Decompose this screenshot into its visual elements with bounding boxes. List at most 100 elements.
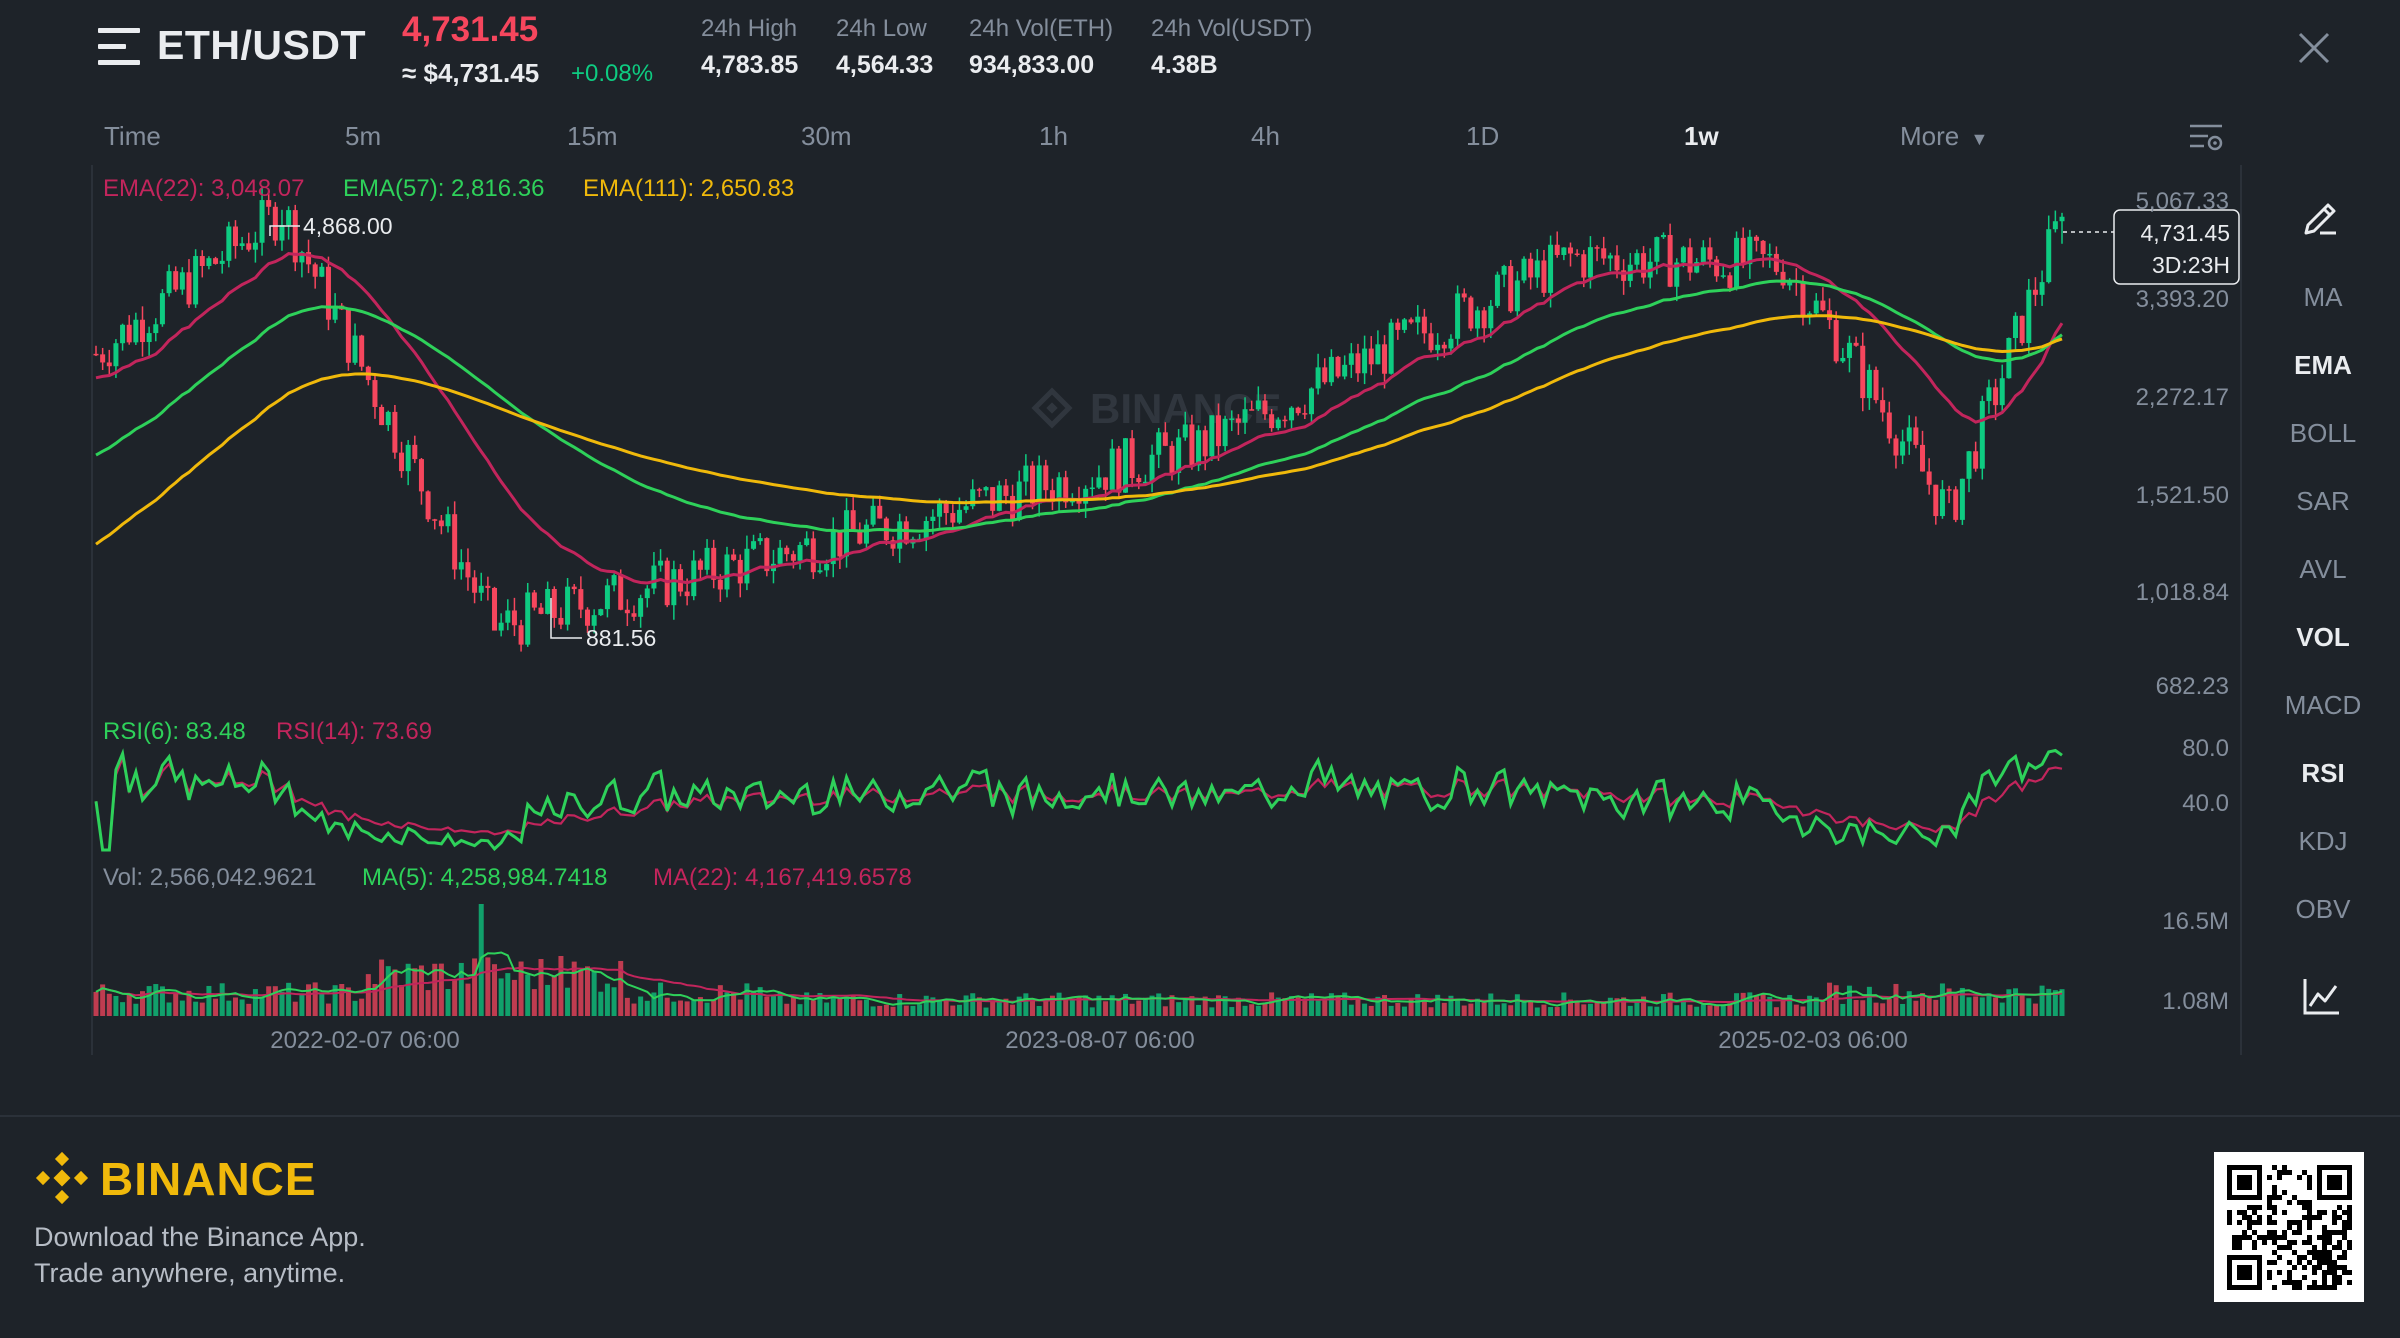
volume-bar <box>1906 991 1912 1016</box>
qr-module <box>2272 1250 2277 1255</box>
candle-body <box>126 324 132 343</box>
candle-body <box>1089 487 1095 490</box>
volume-bar <box>1508 1005 1514 1016</box>
candle-body <box>937 503 943 517</box>
tab-more[interactable]: More ▼ <box>1900 121 1988 152</box>
volume-bar <box>1654 1006 1660 1016</box>
candle-body <box>963 506 969 510</box>
kline-chart[interactable]: BINANCE 4,868.00 881.56 4,731.45 3D:23H … <box>0 160 2250 1060</box>
candle-body <box>1395 322 1401 330</box>
candle-body <box>1229 418 1235 420</box>
candle-body <box>246 243 252 250</box>
volume-bar <box>1753 996 1759 1016</box>
tool-sar[interactable]: SAR <box>2258 486 2388 517</box>
qr-module <box>2257 1220 2262 1225</box>
qr-module <box>2307 1250 2312 1255</box>
qr-module <box>2237 1175 2252 1190</box>
qr-module <box>2272 1260 2277 1265</box>
qr-module <box>2332 1210 2337 1215</box>
candle-body <box>1660 234 1666 238</box>
candle-body <box>1242 409 1248 423</box>
candle-body <box>1853 342 1859 346</box>
qr-module <box>2272 1195 2277 1200</box>
tab-15m[interactable]: 15m <box>567 121 618 152</box>
tool-obv[interactable]: OBV <box>2258 894 2388 925</box>
volume-bar <box>1514 994 1520 1016</box>
volume-bar <box>1601 1003 1607 1016</box>
tool-ma[interactable]: MA <box>2258 282 2388 313</box>
qr-module <box>2332 1245 2337 1250</box>
qr-module <box>2277 1255 2282 1260</box>
volume-bar <box>1162 1006 1168 1016</box>
candle-body <box>1215 415 1221 447</box>
time-axis-label: 2023-08-07 06:00 <box>1005 1027 1195 1054</box>
qr-module <box>2327 1250 2332 1255</box>
candle-body <box>1441 344 1447 349</box>
tab-time[interactable]: Time <box>104 121 161 152</box>
qr-module <box>2337 1205 2342 1210</box>
tab-1d[interactable]: 1D <box>1466 121 1499 152</box>
tool-boll[interactable]: BOLL <box>2258 418 2388 449</box>
indicator-chart-icon[interactable] <box>2302 976 2342 1016</box>
candle-body <box>1541 260 1547 293</box>
volume-bar <box>2013 988 2019 1016</box>
candle-body <box>113 343 119 367</box>
candle-body <box>1010 495 1016 521</box>
footer-tagline-2: Trade anywhere, anytime. <box>34 1258 346 1288</box>
candle-body <box>438 520 444 527</box>
volume-bar <box>425 990 431 1016</box>
candle-body <box>359 335 365 367</box>
volume-bar <box>272 986 278 1016</box>
candle-body <box>1946 489 1952 491</box>
tool-rsi[interactable]: RSI <box>2258 758 2388 789</box>
candle-body <box>1388 322 1394 374</box>
qr-module <box>2277 1245 2282 1250</box>
qr-module <box>2332 1260 2337 1265</box>
tab-4h[interactable]: 4h <box>1251 121 1280 152</box>
chart-settings-icon[interactable] <box>2188 122 2224 154</box>
candle-body <box>1594 247 1600 249</box>
qr-module <box>2302 1170 2307 1175</box>
volume-bar <box>1660 994 1666 1016</box>
tab-1w[interactable]: 1w <box>1684 121 1719 152</box>
tool-ema[interactable]: EMA <box>2258 350 2388 381</box>
qr-module <box>2327 1270 2332 1275</box>
volume-bar <box>106 993 112 1016</box>
volume-bar <box>352 1000 358 1016</box>
volume-bar <box>1368 1005 1374 1016</box>
volume-bar <box>1574 1001 1580 1016</box>
candle-body <box>425 491 431 520</box>
candle-body <box>1235 418 1241 423</box>
tool-vol[interactable]: VOL <box>2258 622 2388 653</box>
qr-module <box>2272 1285 2277 1290</box>
volume-bar <box>1302 998 1308 1016</box>
tool-macd[interactable]: MACD <box>2258 690 2388 721</box>
qr-module <box>2267 1220 2272 1225</box>
draw-pencil-icon[interactable] <box>2300 195 2342 237</box>
tab-30m[interactable]: 30m <box>801 121 852 152</box>
candle-body <box>1514 280 1520 312</box>
tab-1h[interactable]: 1h <box>1039 121 1068 152</box>
close-icon[interactable] <box>2294 28 2334 68</box>
candle-body <box>345 309 351 363</box>
volume-bar <box>777 992 783 1016</box>
candle-body <box>286 210 292 226</box>
qr-module <box>2287 1280 2292 1285</box>
tab-5m[interactable]: 5m <box>345 121 381 152</box>
countdown: 3D:23H <box>2152 252 2230 278</box>
tool-kdj[interactable]: KDJ <box>2258 826 2388 857</box>
candle-body <box>465 562 471 578</box>
candle-body <box>1979 401 1985 469</box>
candle-body <box>1328 356 1334 383</box>
qr-module <box>2312 1270 2317 1275</box>
candle-body <box>1886 412 1892 439</box>
menu-icon[interactable] <box>98 28 140 66</box>
qr-module <box>2312 1245 2317 1250</box>
volume-bar <box>1860 1000 1866 1016</box>
tool-avl[interactable]: AVL <box>2258 554 2388 585</box>
qr-module <box>2342 1265 2347 1270</box>
candle-body <box>1999 378 2005 406</box>
candle-body <box>319 266 325 277</box>
candle-body <box>1315 367 1321 389</box>
pair-title[interactable]: ETH/USDT <box>157 22 366 69</box>
